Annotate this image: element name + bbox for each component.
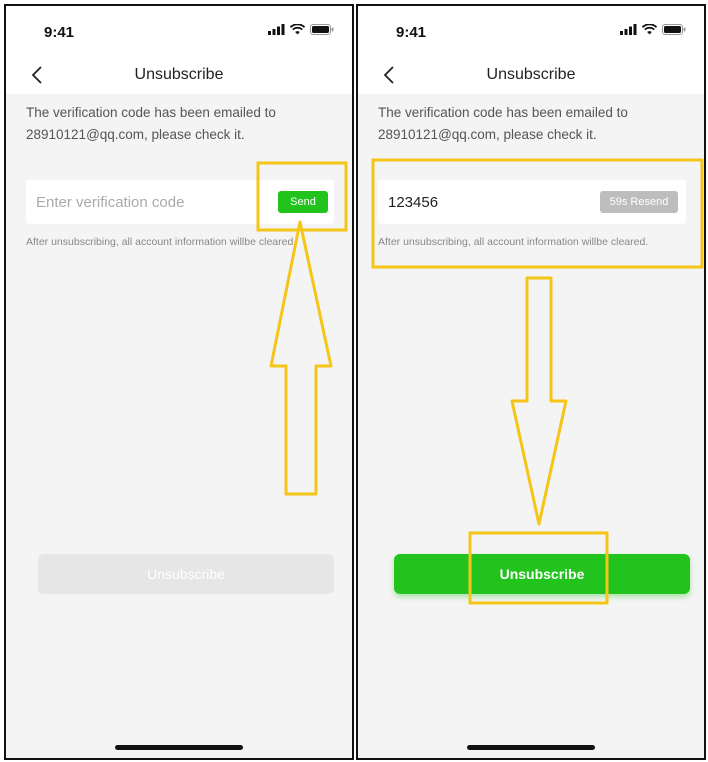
phone-screen-right: 9:41 Unsubscribe The verification code h… (356, 4, 706, 760)
page-title: Unsubscribe (134, 66, 224, 83)
unsubscribe-warning-note: After unsubscribing, all account informa… (378, 236, 649, 248)
home-indicator[interactable] (115, 745, 243, 750)
status-icons (620, 24, 686, 35)
resend-countdown-button: 59s Resend (600, 191, 678, 213)
status-icons (268, 24, 334, 35)
content-area: The verification code has been emailed t… (6, 94, 352, 758)
signal-icon (620, 24, 637, 35)
wifi-icon (290, 24, 305, 35)
verification-info-text: The verification code has been emailed t… (26, 105, 276, 142)
verification-code-row: Send (26, 180, 334, 224)
status-bar: 9:41 (358, 6, 704, 58)
content-area: The verification code has been emailed t… (358, 94, 704, 758)
signal-icon (268, 24, 285, 35)
wifi-icon (642, 24, 657, 35)
unsubscribe-button[interactable]: Unsubscribe (394, 554, 690, 594)
phone-screen-left: 9:41 Unsubscribe The verification code h… (4, 4, 354, 760)
unsubscribe-warning-note: After unsubscribing, all account informa… (26, 236, 297, 248)
verification-code-input[interactable] (36, 188, 236, 216)
nav-bar: Unsubscribe (358, 58, 704, 94)
page-title: Unsubscribe (486, 66, 576, 83)
verification-code-input[interactable] (388, 188, 588, 216)
status-time: 9:41 (44, 24, 75, 41)
status-time: 9:41 (396, 24, 427, 41)
send-code-button[interactable]: Send (278, 191, 328, 213)
status-bar: 9:41 (6, 6, 352, 58)
home-indicator[interactable] (467, 745, 595, 750)
verification-info-text: The verification code has been emailed t… (378, 105, 628, 142)
nav-bar: Unsubscribe (6, 58, 352, 94)
battery-icon (662, 24, 686, 35)
battery-icon (310, 24, 334, 35)
unsubscribe-button-disabled: Unsubscribe (38, 554, 334, 594)
verification-code-row: 59s Resend (378, 180, 686, 224)
